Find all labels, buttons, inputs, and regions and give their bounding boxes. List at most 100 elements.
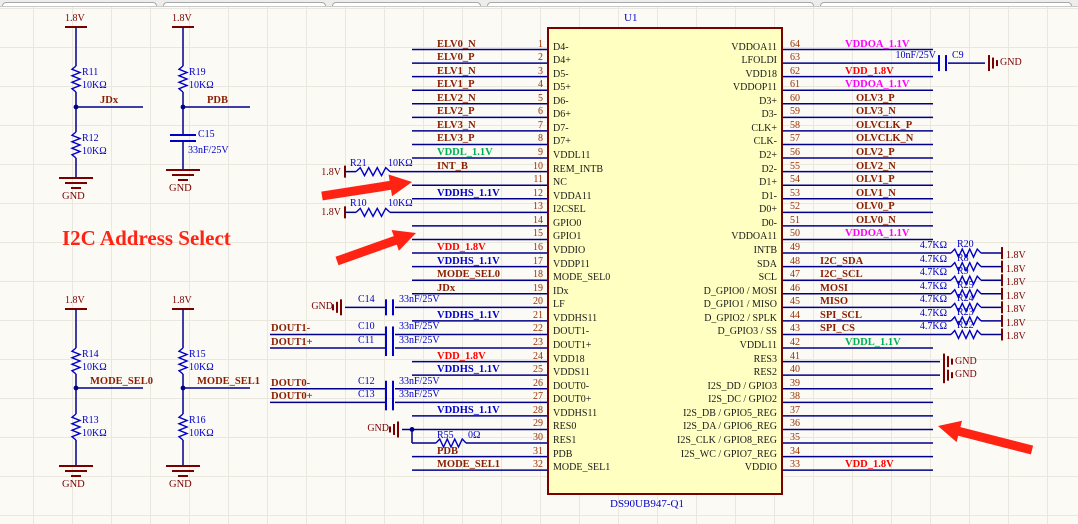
resistor-value[interactable]: 10KΩ bbox=[82, 363, 107, 373]
resistor-value[interactable]: 4.7KΩ bbox=[920, 295, 947, 305]
net-label[interactable]: ELV3_N bbox=[437, 120, 476, 132]
power-rail-label[interactable]: 1.8V bbox=[321, 167, 341, 178]
net-label[interactable]: ELV0_P bbox=[437, 53, 475, 64]
resistor-value[interactable]: 10KΩ bbox=[189, 363, 214, 373]
gnd-label[interactable]: GND bbox=[169, 479, 192, 491]
resistor-symbol[interactable] bbox=[70, 413, 82, 441]
resistor-ref[interactable]: R10 bbox=[350, 199, 367, 209]
capacitor-value[interactable]: 33nF/25V bbox=[399, 336, 440, 346]
resistor-symbol[interactable] bbox=[950, 328, 982, 341]
net-label[interactable]: PDB bbox=[207, 95, 228, 107]
power-rail-label[interactable]: 1.8V bbox=[1006, 264, 1026, 275]
net-label[interactable]: VDDHS_1.1V bbox=[437, 310, 500, 322]
net-label[interactable]: OLV0_P bbox=[856, 202, 895, 213]
resistor-symbol[interactable] bbox=[70, 347, 82, 375]
gnd-label[interactable]: GND bbox=[62, 479, 85, 491]
net-label[interactable]: DOUT0- bbox=[271, 378, 310, 390]
resistor-ref[interactable]: R23 bbox=[957, 307, 974, 318]
power-rail-label[interactable]: 1.8V bbox=[1006, 318, 1026, 329]
resistor-ref[interactable]: R14 bbox=[82, 350, 99, 360]
resistor-value[interactable]: 10KΩ bbox=[388, 199, 413, 209]
capacitor-ref[interactable]: C12 bbox=[358, 376, 375, 387]
net-label[interactable]: MODE_SEL0 bbox=[437, 270, 500, 281]
capacitor-ref[interactable]: C9 bbox=[952, 51, 964, 61]
resistor-value[interactable]: 4.7KΩ bbox=[920, 268, 947, 278]
capacitor-value[interactable]: 33nF/25V bbox=[399, 376, 440, 387]
net-label[interactable]: VDD_1.8V bbox=[437, 351, 486, 363]
resistor-value[interactable]: 4.7KΩ bbox=[920, 254, 947, 265]
sheet-tab[interactable] bbox=[820, 2, 1072, 6]
net-label[interactable]: OLV0_N bbox=[856, 215, 896, 227]
capacitor-ref[interactable]: C15 bbox=[198, 130, 215, 140]
resistor-ref[interactable]: R22 bbox=[957, 321, 974, 331]
resistor-value[interactable]: 10KΩ bbox=[82, 81, 107, 91]
gnd-label[interactable]: GND bbox=[955, 370, 977, 380]
resistor-ref[interactable]: R16 bbox=[189, 416, 206, 426]
resistor-ref[interactable]: R24 bbox=[957, 294, 974, 304]
sheet-tab[interactable] bbox=[2, 2, 157, 6]
resistor-value[interactable]: 10KΩ bbox=[189, 429, 214, 439]
capacitor-value[interactable]: 33nF/25V bbox=[399, 295, 440, 305]
power-rail-label[interactable]: 1.8V bbox=[65, 296, 85, 306]
net-label[interactable]: I2C_SDA bbox=[820, 256, 863, 268]
resistor-ref[interactable]: R8 bbox=[957, 253, 969, 264]
resistor-ref[interactable]: R20 bbox=[957, 240, 974, 250]
resistor-value[interactable]: 4.7KΩ bbox=[920, 308, 947, 319]
annotation-arrow[interactable] bbox=[335, 230, 417, 266]
net-label[interactable]: OLV1_N bbox=[856, 188, 896, 200]
net-label[interactable]: OLV2_N bbox=[856, 161, 896, 173]
power-rail-label[interactable]: 1.8V bbox=[1006, 305, 1026, 315]
resistor-ref[interactable]: R11 bbox=[82, 68, 98, 78]
chip-refdes[interactable]: U1 bbox=[624, 13, 637, 24]
chip-part-number[interactable]: DS90UB947-Q1 bbox=[610, 499, 684, 510]
capacitor-ref[interactable]: C14 bbox=[358, 295, 375, 305]
capacitor-value[interactable]: 10nF/25V bbox=[895, 51, 936, 61]
net-label[interactable]: OLVCLK_P bbox=[856, 120, 912, 132]
net-label[interactable]: MOSI bbox=[820, 283, 848, 295]
net-label[interactable]: VDD_1.8V bbox=[437, 243, 486, 254]
resistor-value[interactable]: 10KΩ bbox=[82, 147, 107, 157]
resistor-ref[interactable]: R19 bbox=[189, 68, 206, 78]
resistor-symbol[interactable] bbox=[70, 65, 82, 93]
net-label[interactable]: DOUT0+ bbox=[271, 392, 313, 403]
net-label[interactable]: VDD_1.8V bbox=[845, 66, 894, 78]
resistor-value[interactable]: 4.7KΩ bbox=[920, 322, 947, 332]
resistor-symbol[interactable] bbox=[70, 131, 82, 159]
net-label[interactable]: MODE_SEL1 bbox=[197, 376, 260, 388]
net-label[interactable]: OLV3_P bbox=[856, 93, 895, 105]
resistor-symbol[interactable] bbox=[177, 347, 189, 375]
resistor-ref[interactable]: R25 bbox=[957, 280, 974, 291]
gnd-label[interactable]: GND bbox=[955, 356, 977, 367]
sheet-tab[interactable] bbox=[487, 2, 814, 6]
net-label[interactable]: ELV1_N bbox=[437, 66, 476, 78]
resistor-symbol[interactable] bbox=[177, 65, 189, 93]
net-label[interactable]: MISO bbox=[820, 297, 848, 308]
capacitor-value[interactable]: 33nF/25V bbox=[399, 390, 440, 400]
power-rail-label[interactable]: 1.8V bbox=[1006, 278, 1026, 288]
annotation-arrow[interactable] bbox=[321, 174, 412, 201]
resistor-symbol[interactable] bbox=[355, 206, 391, 218]
net-label[interactable]: VDDOA_1.1V bbox=[845, 39, 909, 51]
capacitor-value[interactable]: 33nF/25V bbox=[399, 322, 440, 332]
net-label[interactable]: SPI_CS bbox=[820, 324, 855, 335]
resistor-ref[interactable]: R13 bbox=[82, 416, 99, 426]
annotation-arrow[interactable] bbox=[938, 420, 1034, 455]
power-rail-label[interactable]: 1.8V bbox=[172, 14, 192, 24]
net-label[interactable]: VDDOA_1.1V bbox=[845, 80, 909, 91]
net-label[interactable]: VDDL_1.1V bbox=[845, 338, 901, 349]
power-rail-label[interactable]: 1.8V bbox=[172, 296, 192, 306]
net-label[interactable]: ELV2_N bbox=[437, 93, 476, 105]
power-rail-label[interactable]: 1.8V bbox=[1006, 332, 1026, 342]
net-label[interactable]: DOUT1- bbox=[271, 324, 310, 335]
net-label[interactable]: OLVCLK_N bbox=[856, 134, 913, 145]
net-label[interactable]: DOUT1+ bbox=[271, 338, 313, 349]
power-rail-label[interactable]: 1.8V bbox=[321, 208, 341, 218]
net-label[interactable]: ELV2_P bbox=[437, 107, 475, 118]
capacitor-ref[interactable]: C10 bbox=[358, 322, 375, 332]
net-label[interactable]: INT_B bbox=[437, 161, 468, 173]
net-label[interactable]: JDx bbox=[437, 283, 455, 295]
net-label[interactable]: VDD_1.8V bbox=[845, 460, 894, 471]
net-label[interactable]: VDDHS_1.1V bbox=[437, 405, 500, 417]
net-label[interactable]: MODE_SEL1 bbox=[437, 460, 500, 471]
gnd-label[interactable]: GND bbox=[169, 183, 192, 195]
